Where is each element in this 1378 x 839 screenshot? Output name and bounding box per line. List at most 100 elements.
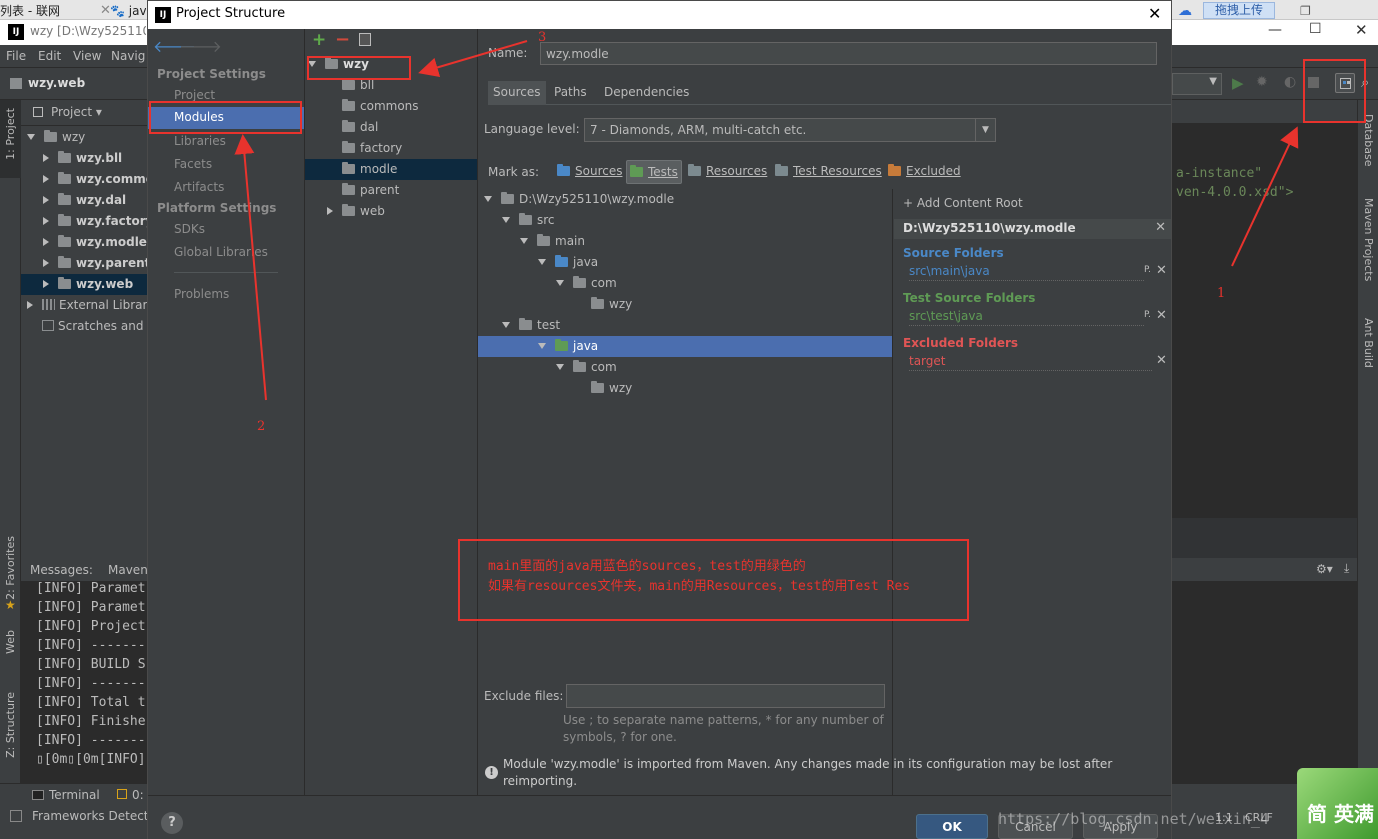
run-icon[interactable]: ▶ [1232,74,1244,92]
project-tree-item[interactable]: wzy.modle [21,232,147,253]
sidebar-item-modules[interactable]: Modules [148,107,304,129]
project-tree-item[interactable]: wzy.dal [21,190,147,211]
content-tree-item[interactable]: D:\Wzy525110\wzy.modle [478,189,892,210]
tool-tab-project[interactable]: 1: Project [4,108,17,160]
dialog-sidebar: 🡐 🡒 Project Settings Project Modules Lib… [148,29,305,795]
ok-button[interactable]: OK [916,814,988,839]
test-source-folder-entry[interactable]: src\test\java [909,309,1144,326]
project-structure-icon[interactable] [1335,73,1355,93]
module-tree-root[interactable]: wzy [305,54,477,75]
project-tree-item[interactable]: wzy.commo [21,169,147,190]
content-tree-item[interactable]: wzy [478,294,892,315]
sidebar-item-sdks[interactable]: SDKs [174,222,205,236]
mark-as-resources-button[interactable]: Resources [685,160,770,184]
tool-tab-ant-build[interactable]: Ant Build [1362,318,1375,368]
debug-icon[interactable]: ✹ [1256,74,1268,90]
remove-source-folder-icon[interactable]: ✕ [1156,263,1167,278]
excluded-folder-entry[interactable]: target [909,354,1152,371]
browser-tab-2[interactable]: 🐾 java [110,2,146,20]
tool-tab-structure[interactable]: Z: Structure [4,692,17,758]
sidebar-item-artifacts[interactable]: Artifacts [174,180,224,194]
menu-view[interactable]: View [73,49,101,63]
module-tree-item-dal[interactable]: dal [305,117,477,138]
sidebar-item-global-libraries[interactable]: Global Libraries [174,245,268,259]
minimize-icon[interactable]: — [1268,22,1282,38]
content-tree-item[interactable]: wzy [478,378,892,399]
copy-module-icon[interactable] [359,33,371,46]
remove-excluded-folder-icon[interactable]: ✕ [1156,353,1167,368]
content-tree-item[interactable]: test [478,315,892,336]
dialog-close-icon[interactable]: ✕ [1148,4,1161,23]
status-toggle-icon[interactable] [10,810,22,822]
project-tree-item[interactable]: wzy [21,127,147,148]
content-tree-item[interactable]: com [478,357,892,378]
content-tree-item[interactable]: java [478,252,892,273]
sidebar-item-project[interactable]: Project [174,88,215,102]
help-icon[interactable]: ? [161,812,183,834]
project-tree-item[interactable]: wzy.bll [21,148,147,169]
messages-tab[interactable]: Messages: [30,563,93,577]
tab-sources[interactable]: Sources [488,81,546,105]
mark-as-sources-button[interactable]: Sources [554,160,625,184]
coverage-icon[interactable]: ◐ [1284,74,1296,90]
module-tree-item-modle[interactable]: modle [305,159,477,180]
remove-root-icon[interactable]: ✕ [1155,220,1166,235]
terminal-tab[interactable]: Terminal [49,788,100,802]
content-tree-item[interactable]: java [478,336,892,357]
project-tree-item[interactable]: wzy.web [21,274,147,295]
content-tree-item[interactable]: main [478,231,892,252]
module-tree-item-commons[interactable]: commons [305,96,477,117]
search-icon[interactable]: ⌕ [1361,73,1369,91]
project-tree-item[interactable]: wzy.factory [21,211,147,232]
tab-dependencies[interactable]: Dependencies [599,81,693,105]
add-content-root-button[interactable]: + Add Content Root [903,196,1023,210]
module-tree-item-parent[interactable]: parent [305,180,477,201]
project-tree-item[interactable]: Scratches and [21,316,147,337]
forward-arrow-icon[interactable]: 🡒 [179,36,222,56]
content-tree-item[interactable]: com [478,273,892,294]
menu-navigate[interactable]: Navig [111,49,145,63]
maximize-icon[interactable]: ☐ [1309,21,1322,37]
module-tree-item-factory[interactable]: factory [305,138,477,159]
module-tree-item-bll[interactable]: bll [305,75,477,96]
content-tree-label: main [555,234,585,248]
content-tree-item[interactable]: src [478,210,892,231]
remove-test-folder-icon[interactable]: ✕ [1156,308,1167,323]
menu-file[interactable]: File [6,49,26,63]
settings-gear-icon[interactable]: ⚙▾ [1316,562,1333,576]
maven-tab[interactable]: Maven [108,563,148,577]
project-view-selector[interactable]: Project ▾ [51,105,102,119]
module-name-input[interactable] [540,42,1157,65]
sidebar-item-libraries[interactable]: Libraries [174,134,226,148]
mark-as-excluded-button[interactable]: Excluded [885,160,964,184]
remove-module-icon[interactable]: − [335,29,350,50]
tool-tab-database[interactable]: Database [1362,114,1375,167]
sidebar-item-problems[interactable]: Problems [174,287,229,301]
download-icon[interactable]: ⤓ [1344,561,1349,576]
nav-project-name[interactable]: wzy.web [28,76,85,90]
messages-bottom-tab[interactable]: 0: [132,788,144,802]
window-close-icon[interactable]: ✕ [1355,21,1368,39]
add-module-icon[interactable]: + [312,30,326,50]
browser-tab-1[interactable]: 列表 - 联网 [0,2,96,20]
tool-tab-web[interactable]: Web [4,630,17,654]
stop-icon[interactable] [1308,77,1319,88]
mark-as-tests-button[interactable]: Tests [626,160,682,184]
run-config-dropdown[interactable]: ▼ [1172,73,1222,95]
project-tree-item[interactable]: wzy.parent [21,253,147,274]
tab-paths[interactable]: Paths [548,81,596,105]
upload-button[interactable]: 拖拽上传 [1203,2,1275,19]
exclude-files-input[interactable] [566,684,885,708]
restore-icon[interactable]: ❐ [1300,2,1311,20]
sidebar-item-facets[interactable]: Facets [174,157,212,171]
project-tree-item[interactable]: External Librari [21,295,147,316]
edit-properties-icon[interactable]: P. [1144,310,1151,320]
edit-properties-icon[interactable]: P. [1144,265,1151,275]
menu-edit[interactable]: Edit [38,49,61,63]
language-level-select[interactable]: 7 - Diamonds, ARM, multi-catch etc. ▼ [584,118,996,142]
module-tree-item-web[interactable]: web [305,201,477,222]
source-folder-entry[interactable]: src\main\java [909,264,1144,281]
tool-tab-maven-projects[interactable]: Maven Projects [1362,198,1375,281]
tool-tab-favorites[interactable]: 2: Favorites [4,536,17,600]
mark-as-test-resources-button[interactable]: Test Resources [772,160,885,184]
